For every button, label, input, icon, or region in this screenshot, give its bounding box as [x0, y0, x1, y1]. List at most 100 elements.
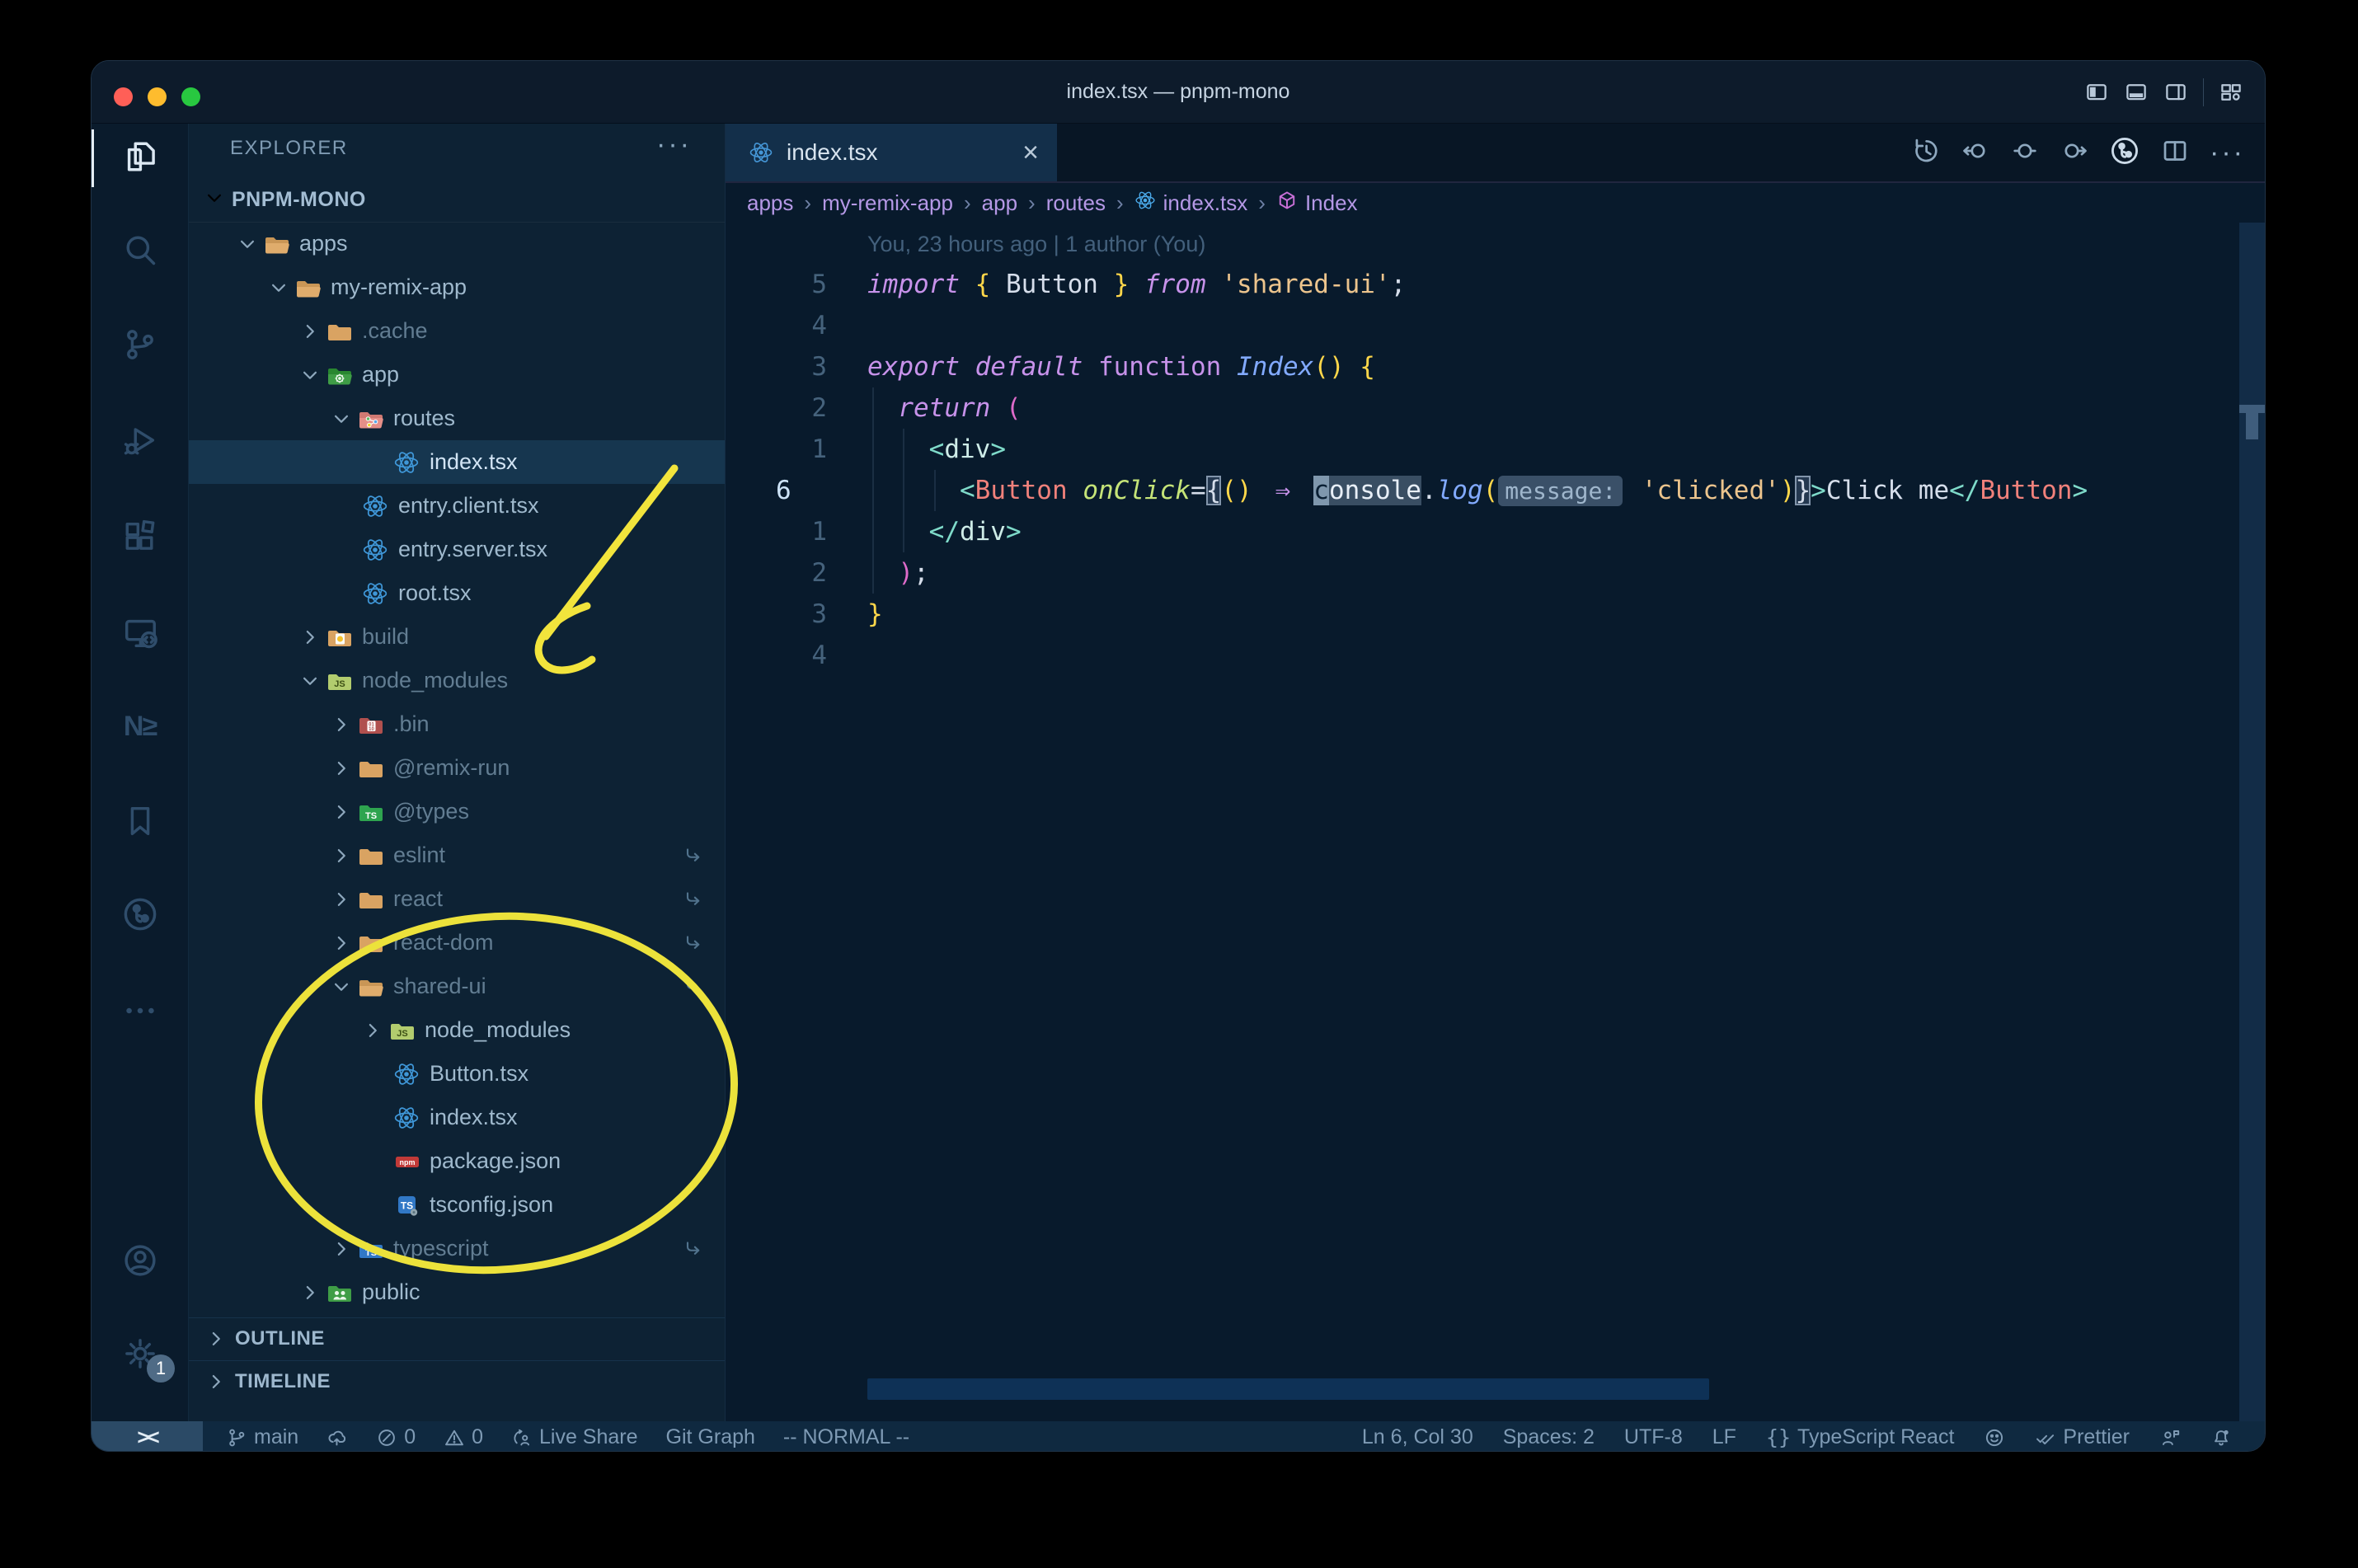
- navigate-back-button[interactable]: [1961, 136, 1990, 170]
- breadcrumb-item-index-tsx[interactable]: index.tsx: [1134, 190, 1247, 217]
- remote-indicator[interactable]: ><: [92, 1421, 203, 1451]
- tree-item-routes[interactable]: routes: [189, 397, 725, 440]
- code-row-line-3[interactable]: 3}: [726, 594, 2265, 635]
- tree-item-public[interactable]: public: [189, 1270, 725, 1314]
- git-graph-view-button[interactable]: [2109, 135, 2140, 171]
- horizontal-scrollbar[interactable]: [867, 1378, 1709, 1400]
- code-row-line-2[interactable]: 2 );: [726, 552, 2265, 594]
- tree-item-entry-client-tsx[interactable]: entry.client.tsx: [189, 484, 725, 528]
- toggle-panel-icon[interactable]: [2124, 80, 2149, 105]
- tree-item-my-remix-app[interactable]: my-remix-app: [189, 265, 725, 309]
- navigate-current-button[interactable]: [2010, 136, 2040, 170]
- tree-item-node-modules[interactable]: JS node_modules: [189, 1008, 725, 1052]
- code-row-line-1[interactable]: 1 </div>: [726, 511, 2265, 552]
- tree-item-react[interactable]: react: [189, 877, 725, 921]
- activity-item-remote-explorer[interactable]: [92, 598, 188, 672]
- tree-item-react-dom[interactable]: react-dom: [189, 921, 725, 965]
- status-item-indentation[interactable]: Spaces: 2: [1503, 1425, 1595, 1449]
- tree-item-root-tsx[interactable]: root.tsx: [189, 571, 725, 615]
- breadcrumb-item-my-remix-app[interactable]: my-remix-app: [822, 190, 953, 216]
- code-token: div: [944, 434, 991, 464]
- status-item-label: -- NORMAL --: [782, 1425, 910, 1448]
- activity-item-nx-console[interactable]: N≥: [92, 689, 188, 763]
- tab-close-icon[interactable]: ×: [1022, 138, 1039, 167]
- chevron-right-icon: [329, 843, 357, 868]
- code-row-line-1[interactable]: 1 <div>: [726, 429, 2265, 470]
- status-item-git-graph-status[interactable]: Git Graph: [666, 1425, 755, 1449]
- tree-item-package-json[interactable]: npm package.json: [189, 1139, 725, 1183]
- chevron-down-icon: [329, 406, 357, 431]
- status-item-notifications[interactable]: [2210, 1427, 2232, 1448]
- activity-item-explorer[interactable]: [92, 121, 188, 195]
- status-item-feedback-smiley[interactable]: [1984, 1427, 2005, 1448]
- breadcrumb-item-apps[interactable]: apps: [747, 190, 793, 216]
- status-item-live-share-contact[interactable]: [2159, 1427, 2181, 1448]
- code-row-line-2[interactable]: 2 return (: [726, 387, 2265, 429]
- toggle-primary-sidebar-icon[interactable]: [2084, 80, 2109, 105]
- tree-item-typescript[interactable]: TS typescript: [189, 1227, 725, 1270]
- tree-item-entry-server-tsx[interactable]: entry.server.tsx: [189, 528, 725, 571]
- tree-item-apps[interactable]: apps: [189, 222, 725, 265]
- customize-layout-icon[interactable]: [2219, 80, 2243, 105]
- gitlens-blame-row[interactable]: You, 23 hours ago | 1 author (You): [726, 223, 2265, 264]
- toggle-secondary-sidebar-icon[interactable]: [2163, 80, 2188, 105]
- code-row-line-6-current[interactable]: 6 <Button onClick={() ⇒ console.log(mess…: [726, 470, 2265, 511]
- tree-item--types[interactable]: TS @types: [189, 790, 725, 833]
- status-item-git-branch[interactable]: main: [226, 1425, 298, 1449]
- code-row-line-5[interactable]: 5 import { Button } from 'shared-ui';: [726, 264, 2265, 305]
- vertical-scrollbar[interactable]: [2239, 223, 2265, 1421]
- breadcrumb-item-index[interactable]: Index: [1276, 190, 1358, 217]
- split-editor-button[interactable]: [2160, 136, 2190, 170]
- tree-item-app[interactable]: app: [189, 353, 725, 397]
- activity-item-run-and-debug[interactable]: [92, 405, 188, 479]
- tree-item-shared-ui[interactable]: shared-ui: [189, 965, 725, 1008]
- breadcrumb-label: my-remix-app: [822, 190, 953, 215]
- double-check-icon: [2035, 1427, 2056, 1448]
- status-item-warnings[interactable]: 0: [444, 1425, 483, 1449]
- code-row-line-3[interactable]: 3 export default function Index() {: [726, 346, 2265, 387]
- status-item-cursor-position[interactable]: Ln 6, Col 30: [1362, 1425, 1473, 1449]
- activity-item-additional-views[interactable]: [92, 975, 188, 1049]
- navigate-forward-button[interactable]: [2060, 136, 2089, 170]
- tree-item-label: build: [362, 624, 410, 649]
- status-item-language-mode[interactable]: {} TypeScript React: [1766, 1425, 1954, 1449]
- activity-item-accounts[interactable]: [92, 1225, 188, 1299]
- status-item-publish-sync[interactable]: [326, 1427, 348, 1448]
- tree-item-node-modules[interactable]: JS node_modules: [189, 659, 725, 702]
- code-editor[interactable]: You, 23 hours ago | 1 author (You) 5 impor…: [726, 223, 2265, 1421]
- tree-item--cache[interactable]: .cache: [189, 309, 725, 353]
- code-row-line-4[interactable]: 4: [726, 305, 2265, 346]
- status-item-errors[interactable]: 0: [376, 1425, 416, 1449]
- breadcrumb-item-routes[interactable]: routes: [1046, 190, 1106, 216]
- tree-item-index-tsx[interactable]: index.tsx: [189, 1096, 725, 1139]
- status-item-prettier[interactable]: Prettier: [2035, 1425, 2130, 1449]
- activity-item-git-graph[interactable]: [92, 879, 188, 953]
- activity-item-extensions[interactable]: [92, 501, 188, 575]
- tab-index-tsx[interactable]: index.tsx ×: [726, 124, 1057, 181]
- breadcrumb-item-app[interactable]: app: [982, 190, 1017, 216]
- activity-item-search[interactable]: [92, 214, 188, 289]
- tree-item-eslint[interactable]: eslint: [189, 833, 725, 877]
- more-actions-button[interactable]: ···: [2210, 137, 2245, 169]
- activity-item-bookmarks[interactable]: [92, 786, 188, 860]
- tree-item--bin[interactable]: 01 10 .bin: [189, 702, 725, 746]
- tab-label: index.tsx: [787, 139, 878, 165]
- status-item-live-share[interactable]: Live Share: [511, 1425, 638, 1449]
- explorer-more-actions-button[interactable]: ···: [656, 129, 692, 161]
- timeline-history-button[interactable]: [1911, 136, 1941, 170]
- tree-item-tsconfig-json[interactable]: TS tsconfig.json: [189, 1183, 725, 1227]
- workspace-root-row[interactable]: PNPM-MONO: [189, 178, 725, 223]
- chevron-right-icon: [298, 625, 326, 650]
- tree-item-build[interactable]: build: [189, 615, 725, 659]
- tree-item-button-tsx[interactable]: Button.tsx: [189, 1052, 725, 1096]
- tree-item--remix-run[interactable]: @remix-run: [189, 746, 725, 790]
- status-item-vim-mode[interactable]: -- NORMAL --: [783, 1425, 909, 1449]
- status-item-encoding[interactable]: UTF-8: [1624, 1425, 1683, 1449]
- outline-section-header[interactable]: OUTLINE: [189, 1317, 725, 1359]
- timeline-section-header[interactable]: TIMELINE: [189, 1360, 725, 1402]
- status-item-eol[interactable]: LF: [1712, 1425, 1736, 1449]
- activity-item-settings[interactable]: 1: [92, 1318, 188, 1392]
- tree-item-index-tsx[interactable]: index.tsx: [189, 440, 725, 484]
- activity-item-source-control[interactable]: [92, 309, 188, 383]
- code-row-line-4[interactable]: 4: [726, 635, 2265, 676]
